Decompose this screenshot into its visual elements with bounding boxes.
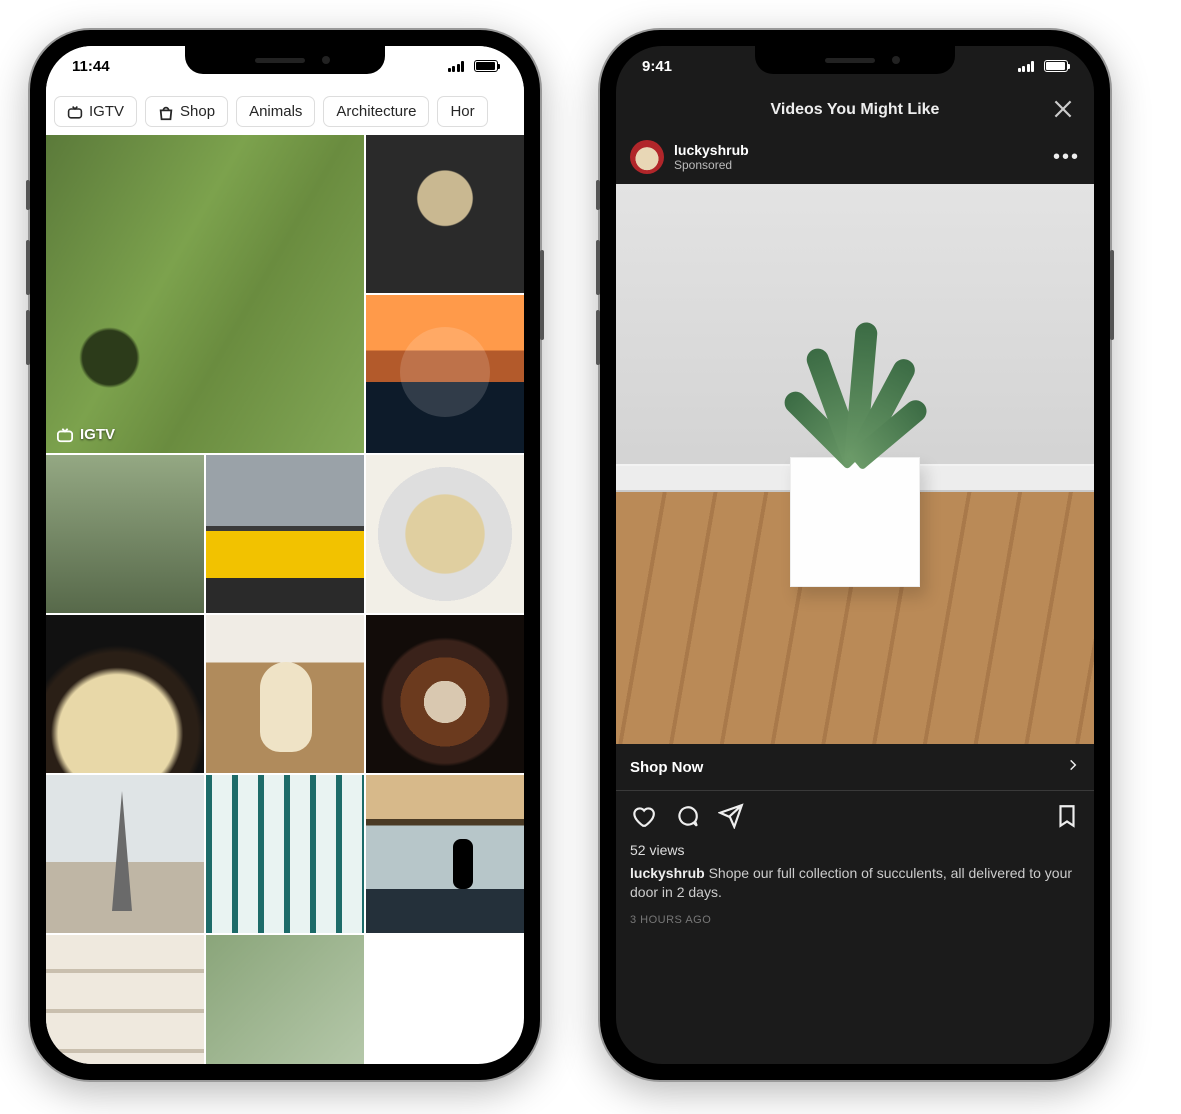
tile-yellow-car[interactable] [206,455,364,613]
igtv-badge-text: IGTV [80,426,115,443]
chip-animals[interactable]: Animals [236,96,315,127]
tile-sunset[interactable] [366,295,524,453]
screen-explore: 11:44 IGTV Shop Animals [46,46,524,1064]
modal-title: Videos You Might Like [771,101,940,119]
explore-grid[interactable]: IGTV [46,135,524,1064]
share-button[interactable] [718,803,744,834]
tile-latte[interactable] [366,615,524,773]
post-media[interactable] [616,184,1094,744]
caption-user[interactable]: luckyshrub [630,865,705,881]
like-button[interactable] [630,803,656,834]
cta-label: Shop Now [630,759,703,776]
tile-food-bowl[interactable] [366,135,524,293]
tile-building[interactable] [206,775,364,933]
user-name[interactable]: luckyshrub [674,142,749,158]
comment-button[interactable] [674,803,700,834]
chevron-right-icon [1066,758,1080,776]
post-timestamp: 3 HOURS AGO [616,906,1094,934]
phone-explore: 11:44 IGTV Shop Animals [30,30,540,1080]
chip-more[interactable]: Hor [437,96,487,127]
chip-igtv[interactable]: IGTV [54,96,137,127]
igtv-icon [67,105,83,119]
chip-shop[interactable]: Shop [145,96,228,127]
chip-label: IGTV [89,103,124,120]
modal-header: Videos You Might Like [616,90,1094,130]
chip-label: Hor [450,103,474,120]
tile-surfer[interactable] [366,775,524,933]
post-caption: luckyshrub Shope our full collection of … [616,860,1094,906]
tile-corn[interactable] [366,455,524,613]
tile-eiffel[interactable] [46,775,204,933]
signal-icon [448,61,465,72]
phone-post: 9:41 Videos You Might Like luckyshrub Sp… [600,30,1110,1080]
notch [755,46,955,74]
signal-icon [1018,61,1035,72]
avatar[interactable] [630,140,664,174]
category-chips: IGTV Shop Animals Architecture Hor [46,90,524,135]
chip-architecture[interactable]: Architecture [323,96,429,127]
tile-forest[interactable]: IGTV [46,135,364,453]
tile-noodles[interactable] [46,615,204,773]
close-button[interactable] [1050,96,1076,122]
igtv-badge: IGTV [56,426,115,443]
more-options-button[interactable]: ••• [1053,146,1080,169]
plant-pot [790,457,920,587]
tile-greenery[interactable] [206,935,364,1064]
status-time: 9:41 [642,58,672,75]
screen-post: 9:41 Videos You Might Like luckyshrub Sp… [616,46,1094,1064]
tile-shelf[interactable] [46,935,204,1064]
chip-label: Shop [180,103,215,120]
shop-bag-icon [158,105,174,119]
chip-label: Architecture [336,103,416,120]
post-user-row[interactable]: luckyshrub Sponsored ••• [616,130,1094,184]
views-count[interactable]: 52 views [616,840,1094,860]
battery-icon [1044,60,1068,72]
battery-icon [474,60,498,72]
tile-dog[interactable] [206,615,364,773]
chip-label: Animals [249,103,302,120]
save-button[interactable] [1054,803,1080,834]
post-actions [616,791,1094,840]
sponsored-label: Sponsored [674,158,749,172]
cta-bar[interactable]: Shop Now [616,744,1094,791]
status-time: 11:44 [72,58,110,75]
notch [185,46,385,74]
plant-art [775,312,935,462]
tile-house[interactable] [46,455,204,613]
